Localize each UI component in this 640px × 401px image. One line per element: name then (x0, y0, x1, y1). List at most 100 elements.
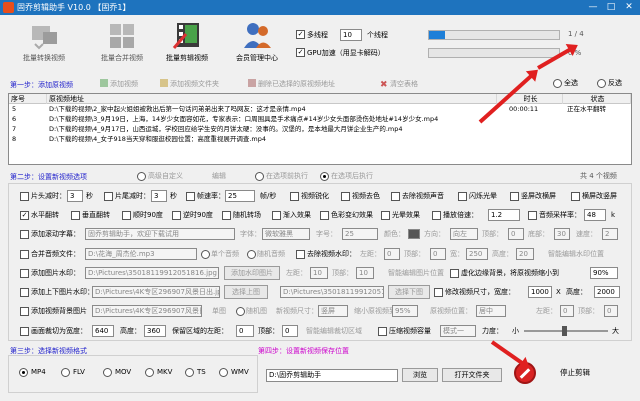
add-video-button[interactable]: 添加视频 (100, 79, 138, 89)
speed-select[interactable]: 1.2 (488, 209, 520, 221)
random-image-radio[interactable] (236, 307, 245, 316)
open-folder-button[interactable]: 打开文件夹 (442, 368, 502, 382)
color-swatch[interactable] (408, 229, 420, 239)
convert-video-tool[interactable]: 批量转换视频 (14, 18, 74, 68)
multithread-checkbox[interactable]: ✓ (296, 30, 305, 39)
add-folder-button[interactable]: 添加视频文件夹 (160, 79, 219, 89)
frame-rate-input[interactable]: 25 (225, 190, 255, 202)
tail-trim-checkbox[interactable] (104, 192, 113, 201)
resize-width-input[interactable]: 1000 (528, 286, 552, 298)
top-bottom-image-checkbox[interactable] (20, 288, 29, 297)
scroll-subtitle-input[interactable]: 固乔剪辑助手，欢迎下载试用 (85, 228, 235, 240)
head-trim-checkbox[interactable] (20, 192, 29, 201)
shrink-percent-select[interactable]: 90% (590, 267, 618, 279)
exec-before-radio[interactable] (255, 172, 264, 181)
random-transition-checkbox[interactable] (222, 211, 231, 220)
img-top-input[interactable]: 10 (356, 267, 374, 279)
speed-checkbox[interactable] (432, 211, 441, 220)
bottom-input[interactable]: 30 (554, 228, 570, 240)
wm-top-input[interactable]: 0 (430, 248, 446, 260)
hflip-checkbox[interactable]: ✓ (20, 211, 29, 220)
col-header-no[interactable]: 序号 (9, 94, 47, 104)
minimize-button[interactable]: — (584, 0, 602, 15)
single-image-button[interactable]: 单图 (212, 306, 226, 316)
portrait-to-landscape-checkbox[interactable] (510, 192, 519, 201)
rotate-ccw-checkbox[interactable] (172, 211, 181, 220)
batch-edit-tool[interactable]: 批量剪辑视频 (157, 18, 217, 68)
rotate-cw-checkbox[interactable] (122, 211, 131, 220)
random-audio-radio[interactable] (247, 250, 256, 259)
format-ts-radio[interactable] (185, 368, 194, 377)
format-flv-radio[interactable] (61, 368, 70, 377)
mute-checkbox[interactable] (391, 192, 400, 201)
scroll-subtitle-checkbox[interactable] (20, 230, 29, 239)
wm-height-input[interactable]: 20 (516, 248, 534, 260)
format-wmv-radio[interactable] (219, 368, 228, 377)
tail-trim-input[interactable]: 3 (151, 190, 167, 202)
blur-border-checkbox[interactable] (450, 269, 459, 278)
watermark-image-input[interactable]: D:\Pictures\35018119912051816.jpg (85, 267, 219, 279)
edit-crop-button[interactable]: 智能编辑裁切区域 (306, 326, 362, 336)
top-input[interactable]: 0 (508, 228, 524, 240)
table-row[interactable]: 5 D:\下载的视频\2_家中起火姐姐被救出后第一句话问弟弟出来了吗网友：这才是… (9, 105, 631, 114)
merge-video-tool[interactable]: 批量合并视频 (92, 18, 152, 68)
close-button[interactable]: ✕ (620, 0, 638, 15)
member-center-tool[interactable]: 会员管理中心 (227, 18, 287, 68)
audio-file-input[interactable]: D:\花海_周杰伦.mp3 (85, 248, 197, 260)
edit-label[interactable]: 编辑 (212, 171, 226, 181)
sample-rate-input[interactable]: 48 (584, 209, 606, 221)
save-path-input[interactable]: D:\固乔剪辑助手 (266, 369, 398, 382)
scroll-speed-input[interactable]: 2 (602, 228, 618, 240)
browse-button[interactable]: 浏览 (402, 368, 438, 382)
new-size-select[interactable]: 竖屏 (318, 305, 348, 317)
select-all-radio[interactable] (553, 79, 562, 88)
crop-height-input[interactable]: 360 (144, 325, 166, 337)
choose-top-image-button[interactable]: 选择上图 (224, 285, 268, 299)
invert-radio[interactable] (597, 79, 606, 88)
bottom-image-input[interactable]: D:\Pictures\35018119912051816.jpg (280, 286, 384, 298)
maximize-button[interactable]: □ (602, 0, 620, 15)
font-select[interactable]: 微软雅黑 (262, 228, 310, 240)
table-row[interactable]: 8 D:\下载的视频\4_女子918当天穿和服逛校园位置：高度重视展开调查.mp… (9, 135, 631, 144)
resize-checkbox[interactable] (434, 288, 443, 297)
compress-checkbox[interactable] (378, 327, 387, 336)
wm-left-input[interactable]: 0 (384, 248, 400, 260)
font-size-select[interactable]: 25 (342, 228, 378, 240)
image-watermark-checkbox[interactable] (20, 269, 29, 278)
stop-edit-button[interactable]: 停止剪辑 (560, 368, 590, 378)
shrink-select[interactable]: 95% (392, 305, 418, 317)
frame-rate-checkbox[interactable] (186, 192, 195, 201)
resize-height-input[interactable]: 2000 (594, 286, 620, 298)
direction-select[interactable]: 向左 (450, 228, 478, 240)
fade-in-checkbox[interactable] (272, 211, 281, 220)
merge-audio-checkbox[interactable] (20, 250, 29, 259)
format-mp4-radio[interactable] (19, 368, 28, 377)
color-shift-checkbox[interactable] (320, 211, 329, 220)
head-trim-input[interactable]: 3 (67, 190, 83, 202)
top-image-input[interactable]: D:\Pictures\4K专区296907风景日出.jpg (92, 286, 220, 298)
glow-effect-checkbox[interactable] (381, 211, 390, 220)
thread-count-input[interactable]: 10 (340, 29, 362, 41)
remove-watermark-checkbox[interactable] (296, 250, 305, 259)
wm-width-input[interactable]: 250 (466, 248, 488, 260)
single-audio-radio[interactable] (201, 250, 210, 259)
clear-table-button[interactable]: ✖ 清空表格 (380, 79, 418, 90)
bg-left-input[interactable]: 0 (560, 305, 574, 317)
format-mov-radio[interactable] (103, 368, 112, 377)
bg-top-input[interactable]: 0 (604, 305, 618, 317)
strength-slider[interactable] (524, 326, 608, 336)
flash-glow-checkbox[interactable] (458, 192, 467, 201)
crop-checkbox[interactable] (20, 327, 29, 336)
sharpen-checkbox[interactable] (290, 192, 299, 201)
position-select[interactable]: 居中 (476, 305, 506, 317)
bg-image-checkbox[interactable] (20, 307, 29, 316)
video-table[interactable]: 序号 原视频地址 时长 状态 5 D:\下载的视频\2_家中起火姐姐被救出后第一… (8, 93, 632, 165)
edit-image-position-button[interactable]: 智能编辑图片位置 (388, 268, 444, 278)
vflip-checkbox[interactable] (71, 211, 80, 220)
compress-mode-select[interactable]: 模式一 (440, 325, 476, 337)
table-row[interactable]: 7 D:\下载的视频\4_9月17日，山西运城，学校回应给学生安的月饼太硬：没事… (9, 125, 631, 134)
col-header-path[interactable]: 原视频地址 (47, 94, 497, 104)
crop-top-input[interactable]: 0 (282, 325, 298, 337)
sample-rate-checkbox[interactable] (528, 211, 537, 220)
desaturate-checkbox[interactable] (341, 192, 350, 201)
